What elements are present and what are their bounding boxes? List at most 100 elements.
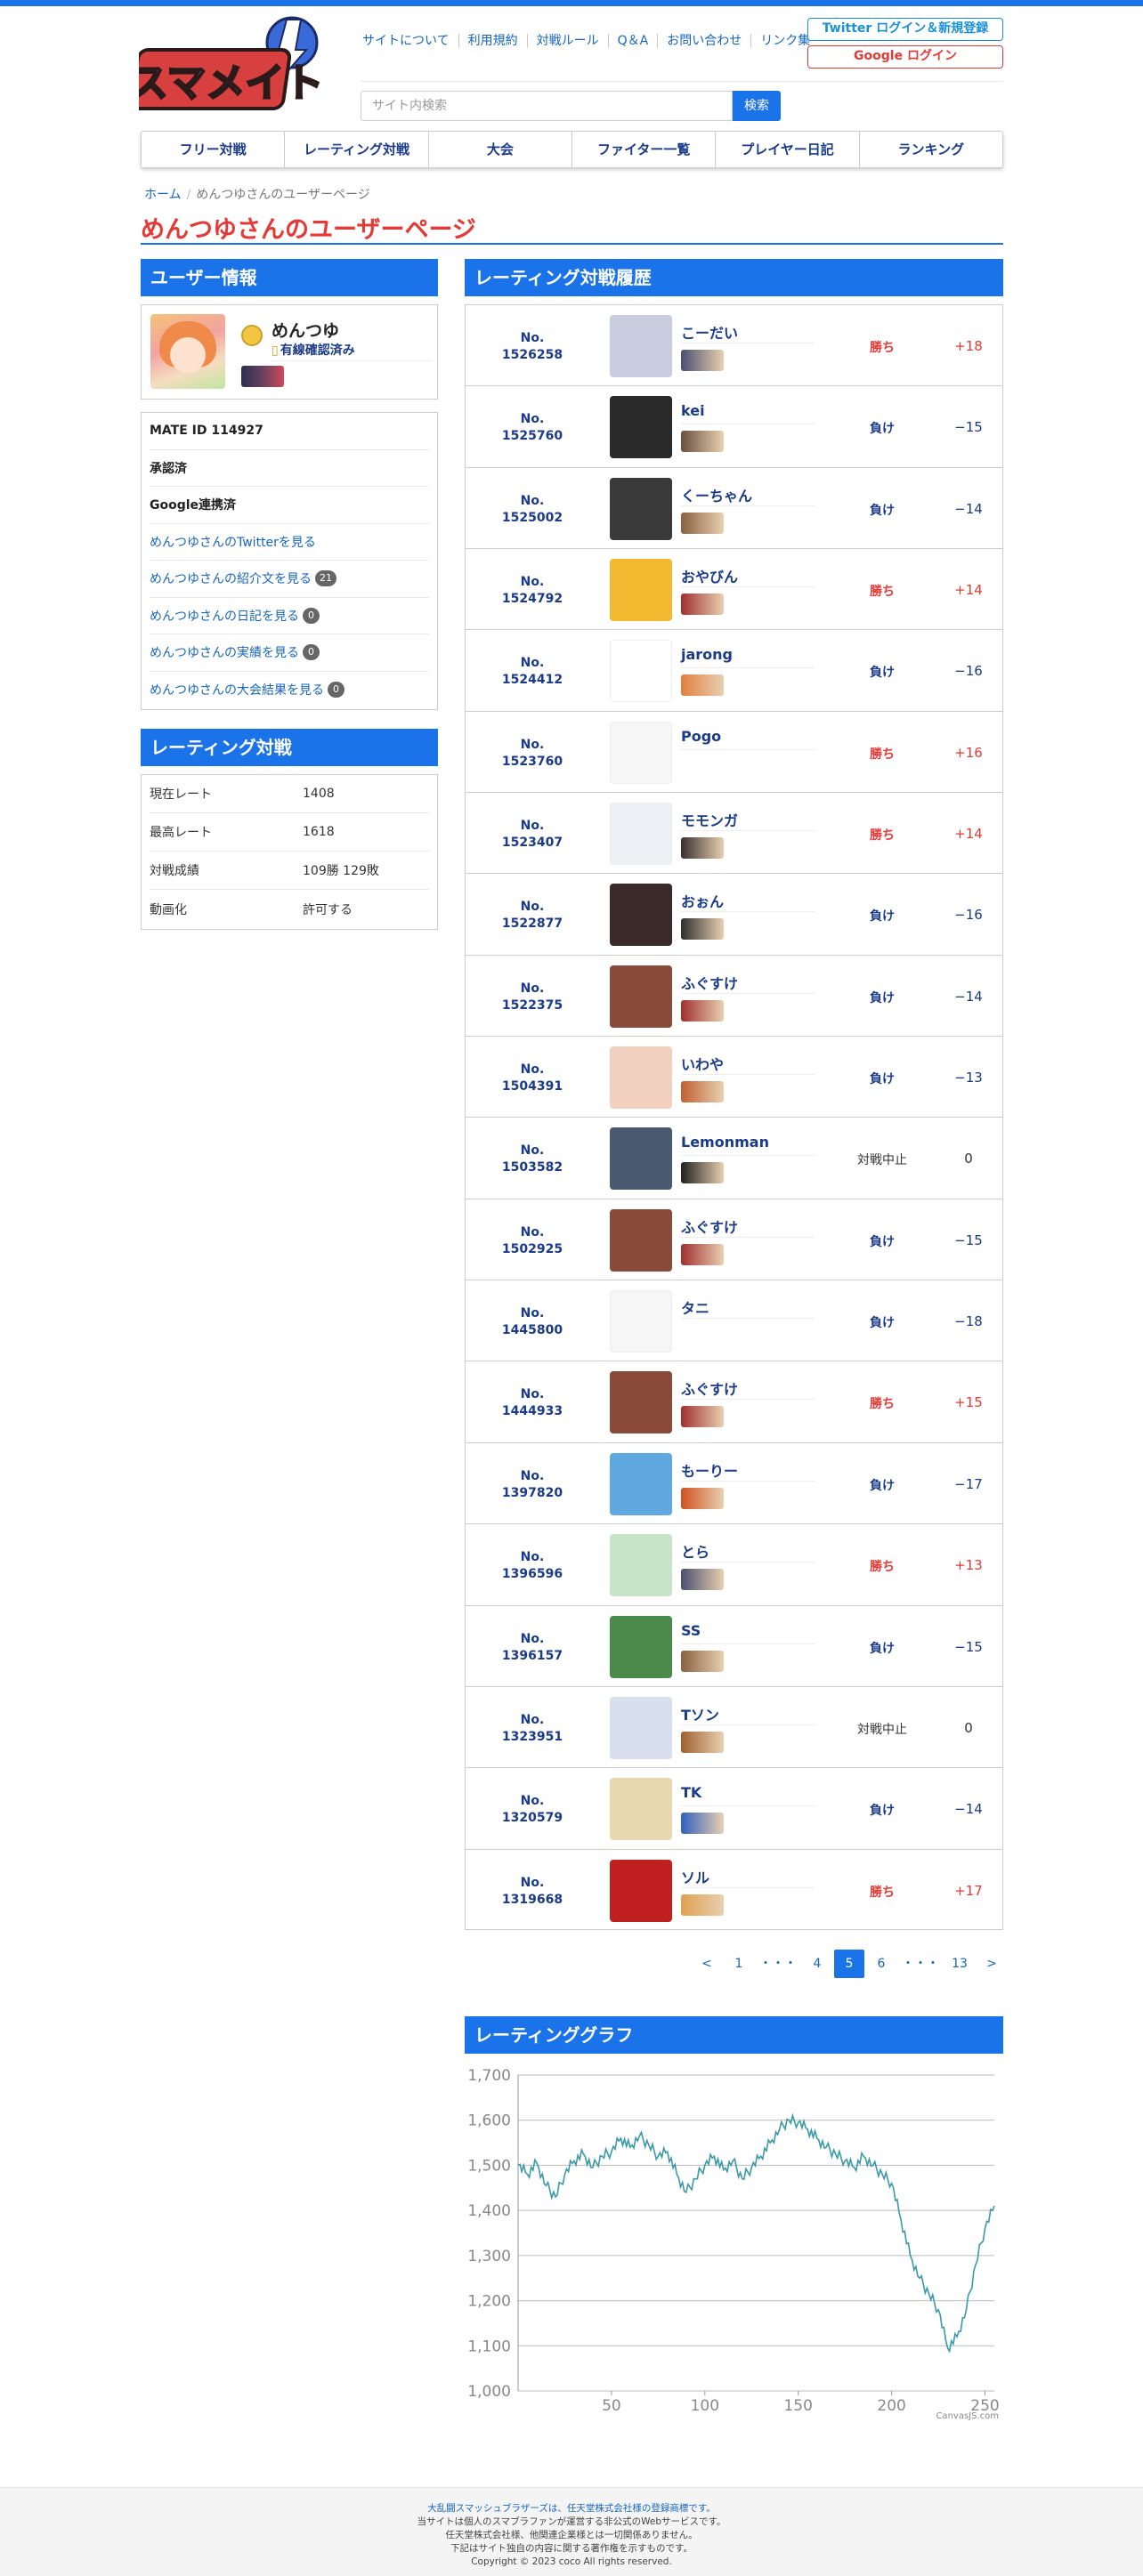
table-row[interactable]: No. 1526258 こーだい 勝ち +18: [466, 304, 1002, 385]
opponent-avatar[interactable]: [610, 1859, 672, 1922]
match-number-value[interactable]: 1319668: [466, 1892, 599, 1909]
match-number-value[interactable]: 1524792: [466, 591, 599, 608]
table-row[interactable]: No. 1525760 kei 負け −15: [466, 385, 1002, 466]
page-link[interactable]: ・・・: [898, 1950, 943, 1978]
table-row[interactable]: No. 1503582 Lemonman 対戦中止 0: [466, 1117, 1002, 1198]
opponent-avatar[interactable]: [610, 803, 672, 866]
detail-row[interactable]: めんつゆさんの実績を見る 0: [150, 634, 429, 672]
top-link-1[interactable]: 利用規約: [458, 34, 527, 48]
opponent-avatar[interactable]: [610, 1534, 672, 1597]
opponent-name[interactable]: とら: [681, 1540, 709, 1562]
opponent-avatar[interactable]: [610, 1046, 672, 1110]
match-number-value[interactable]: 1503582: [466, 1159, 599, 1176]
site-logo[interactable]: スマメイト: [139, 14, 330, 121]
opponent-avatar[interactable]: [610, 721, 672, 784]
page-link[interactable]: 6: [866, 1950, 896, 1978]
detail-row[interactable]: めんつゆさんの紹介文を見る 21: [150, 561, 429, 598]
detail-text[interactable]: めんつゆさんの紹介文を見る: [150, 569, 312, 587]
table-row[interactable]: No. 1320579 TK 負け −14: [466, 1767, 1002, 1848]
opponent-name[interactable]: いわや: [681, 1053, 724, 1074]
opponent-name[interactable]: くーちゃん: [681, 484, 752, 505]
opponent-name[interactable]: ソル: [681, 1866, 709, 1887]
match-number[interactable]: No. 1524792: [466, 574, 599, 608]
twitter-login-button[interactable]: Twitter ログイン＆新規登録: [807, 18, 1003, 41]
opponent-name[interactable]: jarong: [681, 646, 733, 663]
match-number-value[interactable]: 1523760: [466, 754, 599, 771]
match-number-value[interactable]: 1524412: [466, 672, 599, 689]
nav-item-2[interactable]: 大会: [427, 132, 572, 167]
nav-item-0[interactable]: フリー対戦: [142, 132, 284, 167]
opponent-name[interactable]: モモンガ: [681, 809, 738, 830]
table-row[interactable]: No. 1502925 ふぐすけ 負け −15: [466, 1198, 1002, 1280]
opponent-avatar[interactable]: [610, 965, 672, 1028]
table-row[interactable]: No. 1525002 くーちゃん 負け −14: [466, 466, 1002, 548]
opponent-name[interactable]: Pogo: [681, 728, 721, 745]
page-link[interactable]: 13: [944, 1950, 975, 1978]
opponent-name[interactable]: ふぐすけ: [681, 972, 738, 993]
match-number-value[interactable]: 1522375: [466, 997, 599, 1014]
match-number[interactable]: No. 1525760: [466, 411, 599, 445]
match-number-value[interactable]: 1525002: [466, 510, 599, 527]
match-number-value[interactable]: 1444933: [466, 1403, 599, 1420]
detail-row[interactable]: めんつゆさんのTwitterを見る: [150, 524, 429, 561]
opponent-name[interactable]: kei: [681, 402, 705, 419]
match-number[interactable]: No. 1522375: [466, 981, 599, 1014]
match-number-value[interactable]: 1502925: [466, 1241, 599, 1258]
match-number[interactable]: No. 1502925: [466, 1224, 599, 1258]
match-number-value[interactable]: 1397820: [466, 1485, 599, 1502]
table-row[interactable]: No. 1522877 おぉん 負け −16: [466, 873, 1002, 954]
opponent-avatar[interactable]: [610, 1778, 672, 1841]
table-row[interactable]: No. 1524412 jarong 負け −16: [466, 629, 1002, 710]
opponent-avatar[interactable]: [610, 559, 672, 622]
opponent-name[interactable]: もーりー: [681, 1459, 738, 1481]
match-number[interactable]: No. 1320579: [466, 1793, 599, 1827]
detail-text[interactable]: めんつゆさんの実績を見る: [150, 643, 299, 661]
page-link[interactable]: 4: [802, 1950, 832, 1978]
match-number-value[interactable]: 1525760: [466, 428, 599, 445]
detail-text[interactable]: めんつゆさんのTwitterを見る: [150, 533, 316, 551]
match-number[interactable]: No. 1525002: [466, 493, 599, 527]
match-number[interactable]: No. 1396157: [466, 1631, 599, 1665]
opponent-avatar[interactable]: [610, 315, 672, 377]
match-number-value[interactable]: 1522877: [466, 916, 599, 933]
match-number[interactable]: No. 1522877: [466, 899, 599, 933]
nav-item-5[interactable]: ランキング: [858, 132, 1002, 167]
detail-text[interactable]: めんつゆさんの大会結果を見る: [150, 681, 324, 699]
page-link[interactable]: >: [977, 1950, 1007, 1978]
opponent-avatar[interactable]: [610, 1452, 672, 1515]
table-row[interactable]: No. 1323951 Tソン 対戦中止 0: [466, 1685, 1002, 1767]
table-row[interactable]: No. 1319668 ソル 勝ち +17: [466, 1848, 1002, 1930]
top-link-3[interactable]: Q＆A: [607, 34, 658, 48]
match-number[interactable]: No. 1396596: [466, 1549, 599, 1583]
match-number[interactable]: No. 1445800: [466, 1305, 599, 1339]
match-number-value[interactable]: 1523407: [466, 835, 599, 852]
opponent-name[interactable]: Lemonman: [681, 1134, 769, 1151]
opponent-name[interactable]: こーだい: [681, 321, 738, 343]
opponent-avatar[interactable]: [610, 477, 672, 540]
match-number[interactable]: No. 1323951: [466, 1712, 599, 1746]
opponent-name[interactable]: Tソン: [681, 1703, 719, 1724]
opponent-avatar[interactable]: [610, 1615, 672, 1678]
match-number-value[interactable]: 1320579: [466, 1810, 599, 1827]
table-row[interactable]: No. 1522375 ふぐすけ 負け −14: [466, 954, 1002, 1036]
breadcrumb-home[interactable]: ホーム: [144, 188, 182, 202]
match-number[interactable]: No. 1444933: [466, 1386, 599, 1420]
match-number-value[interactable]: 1396157: [466, 1648, 599, 1665]
table-row[interactable]: No. 1396596 とら 勝ち +13: [466, 1523, 1002, 1604]
match-number-value[interactable]: 1504391: [466, 1078, 599, 1095]
match-number-value[interactable]: 1445800: [466, 1322, 599, 1339]
table-row[interactable]: No. 1523407 モモンガ 勝ち +14: [466, 792, 1002, 873]
opponent-name[interactable]: おぉん: [681, 890, 724, 911]
table-row[interactable]: No. 1524792 おやびん 勝ち +14: [466, 548, 1002, 629]
match-number[interactable]: No. 1523407: [466, 818, 599, 852]
opponent-avatar[interactable]: [610, 396, 672, 459]
nav-item-1[interactable]: レーティング対戦: [284, 132, 427, 167]
table-row[interactable]: No. 1504391 いわや 負け −13: [466, 1036, 1002, 1117]
opponent-name[interactable]: SS: [681, 1622, 701, 1639]
opponent-name[interactable]: おやびん: [681, 565, 738, 586]
match-number[interactable]: No. 1503582: [466, 1143, 599, 1176]
detail-text[interactable]: めんつゆさんの日記を見る: [150, 607, 299, 625]
opponent-avatar[interactable]: [610, 884, 672, 947]
opponent-avatar[interactable]: [610, 1371, 672, 1434]
match-number-value[interactable]: 1323951: [466, 1729, 599, 1746]
